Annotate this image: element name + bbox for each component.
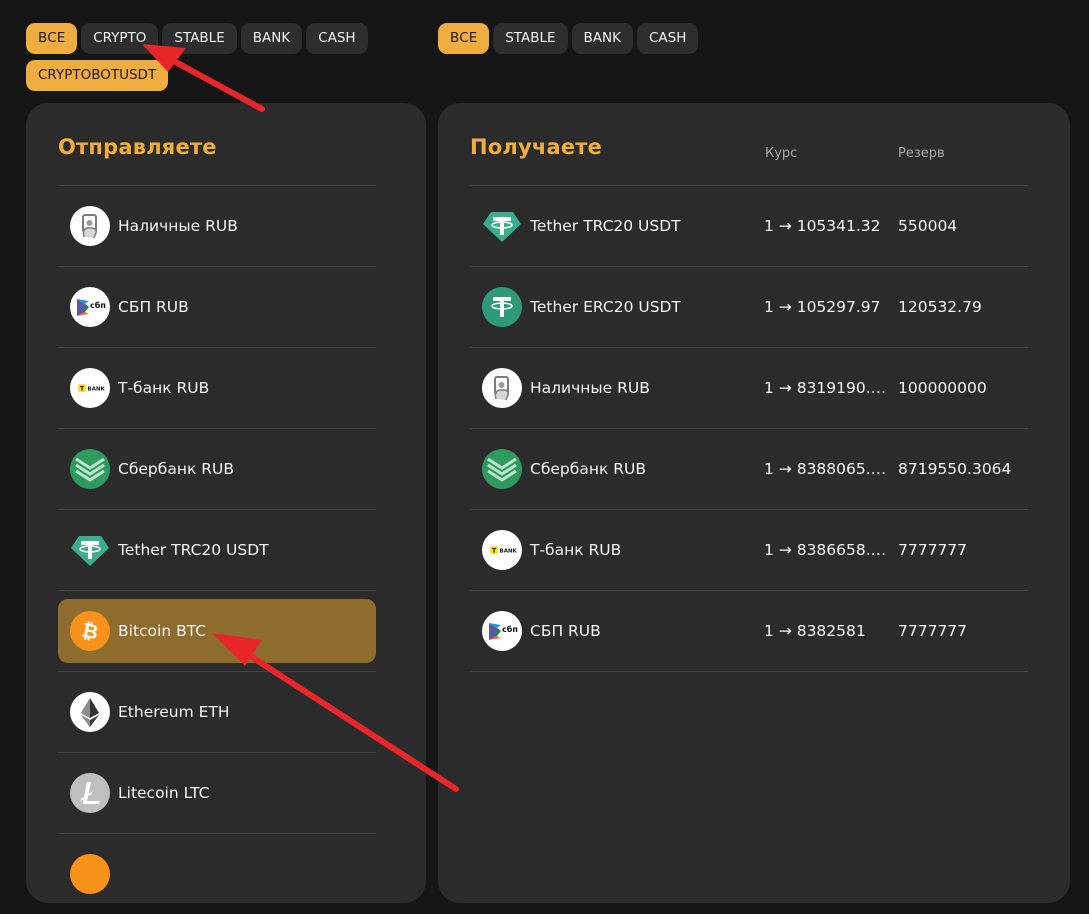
send-panel-title: Отправляете (58, 135, 217, 159)
receive-item-tether-trc20[interactable]: Tether TRC20 USDT 1 → 105341.32 550004 (470, 185, 1028, 266)
receive-item-sberbank-rub[interactable]: Сбербанк RUB 1 → 8388065.4... 8719550.30… (470, 428, 1028, 509)
reserve-amount: 7777777 (898, 541, 968, 559)
cash-hand-icon (70, 206, 110, 246)
currency-icon (70, 854, 110, 894)
send-item-tbank-rub[interactable]: T BANK Т-банк RUB (58, 347, 376, 428)
filter-cryptobotusdt-send[interactable]: CRYPTOBOTUSDT (26, 60, 169, 91)
sbp-icon: сбп (482, 611, 522, 651)
reserve-amount: 120532.79 (898, 298, 982, 316)
list-divider (470, 671, 1028, 672)
filter-bank-receive[interactable]: BANK (571, 23, 633, 54)
rate-column-header: Курс (765, 146, 798, 161)
litecoin-icon (70, 773, 110, 813)
send-filter-bar: ВСЕ CRYPTO STABLE BANK CASH CRYPTOBOTUSD… (26, 23, 386, 91)
send-item-label: Сбербанк RUB (118, 460, 234, 478)
send-item-label: Ethereum ETH (118, 703, 230, 721)
receive-currency-list: Tether TRC20 USDT 1 → 105341.32 550004 T… (470, 185, 1028, 672)
send-item-partial[interactable] (58, 833, 376, 914)
sbp-icon: сбп (70, 287, 110, 327)
send-item-tether-trc20[interactable]: Tether TRC20 USDT (58, 509, 376, 590)
ethereum-icon (70, 692, 110, 732)
send-item-ethereum-eth[interactable]: Ethereum ETH (58, 671, 376, 752)
receive-item-label: Tether ERC20 USDT (530, 298, 681, 316)
exchange-rate: 1 → 8319190.70... (764, 379, 892, 397)
send-item-sbp-rub[interactable]: сбп СБП RUB (58, 266, 376, 347)
receive-item-label: Сбербанк RUB (530, 460, 646, 478)
send-item-label: Т-банк RUB (118, 379, 210, 397)
bitcoin-icon: ₿ (70, 611, 110, 651)
send-item-label: Tether TRC20 USDT (118, 541, 269, 559)
svg-text:₿: ₿ (80, 618, 101, 645)
svg-text:BANK: BANK (88, 387, 106, 393)
receive-panel-title: Получаете (470, 135, 603, 159)
send-item-sberbank-rub[interactable]: Сбербанк RUB (58, 428, 376, 509)
receive-panel: Получаете Курс Резерв Tether TRC20 USDT … (438, 103, 1070, 903)
send-item-label: Наличные RUB (118, 217, 238, 235)
reserve-amount: 100000000 (898, 379, 987, 397)
send-item-cash-rub[interactable]: Наличные RUB (58, 185, 376, 266)
exchange-rate: 1 → 105341.32 (764, 217, 881, 235)
receive-item-label: Tether TRC20 USDT (530, 217, 681, 235)
receive-item-cash-rub[interactable]: Наличные RUB 1 → 8319190.70... 100000000 (470, 347, 1028, 428)
reserve-amount: 8719550.3064 (898, 460, 1012, 478)
filter-cash-send[interactable]: CASH (306, 23, 368, 54)
sberbank-icon (70, 449, 110, 489)
receive-item-label: СБП RUB (530, 622, 601, 640)
send-item-label: Bitcoin BTC (118, 622, 207, 640)
reserve-amount: 7777777 (898, 622, 968, 640)
filter-crypto-send[interactable]: CRYPTO (81, 23, 159, 54)
tether-trc20-icon (482, 206, 522, 246)
filter-stable-send[interactable]: STABLE (162, 23, 237, 54)
send-currency-list: Наличные RUB сбп СБП RUB T BANK Т-банк RU… (58, 185, 376, 914)
tbank-icon: T BANK (482, 530, 522, 570)
receive-filter-bar: ВСЕ STABLE BANK CASH (438, 23, 738, 54)
filter-cash-receive[interactable]: CASH (637, 23, 699, 54)
exchange-rate: 1 → 105297.97 (764, 298, 881, 316)
receive-item-sbp-rub[interactable]: сбп СБП RUB 1 → 8382581 7777777 (470, 590, 1028, 671)
send-panel: Отправляете Наличные RUB сбп СБП RUB T BA… (26, 103, 426, 903)
send-item-litecoin-ltc[interactable]: Litecoin LTC (58, 752, 376, 833)
filter-bank-send[interactable]: BANK (240, 23, 303, 54)
svg-text:сбп: сбп (502, 624, 518, 634)
reserve-amount: 550004 (898, 217, 958, 235)
filter-all-send[interactable]: ВСЕ (26, 23, 78, 54)
send-item-bitcoin-btc[interactable]: ₿ Bitcoin BTC (58, 590, 376, 671)
sberbank-icon (482, 449, 522, 489)
send-item-label: Litecoin LTC (118, 784, 210, 802)
send-item-label: СБП RUB (118, 298, 189, 316)
filter-all-receive[interactable]: ВСЕ (438, 23, 490, 54)
reserve-column-header: Резерв (898, 146, 945, 161)
receive-item-tbank-rub[interactable]: T BANK Т-банк RUB 1 → 8386658.5... 777777… (470, 509, 1028, 590)
svg-text:сбп: сбп (90, 300, 106, 310)
tether-erc20-icon (482, 287, 522, 327)
exchange-rate: 1 → 8386658.5... (764, 541, 892, 559)
receive-item-tether-erc20[interactable]: Tether ERC20 USDT 1 → 105297.97 120532.7… (470, 266, 1028, 347)
filter-stable-receive[interactable]: STABLE (493, 23, 568, 54)
tether-trc20-icon (70, 530, 110, 570)
exchange-rate: 1 → 8388065.4... (764, 460, 892, 478)
exchange-rate: 1 → 8382581 (764, 622, 866, 640)
receive-item-label: Т-банк RUB (530, 541, 622, 559)
receive-item-label: Наличные RUB (530, 379, 650, 397)
svg-text:BANK: BANK (500, 549, 518, 555)
cash-hand-icon (482, 368, 522, 408)
tbank-icon: T BANK (70, 368, 110, 408)
